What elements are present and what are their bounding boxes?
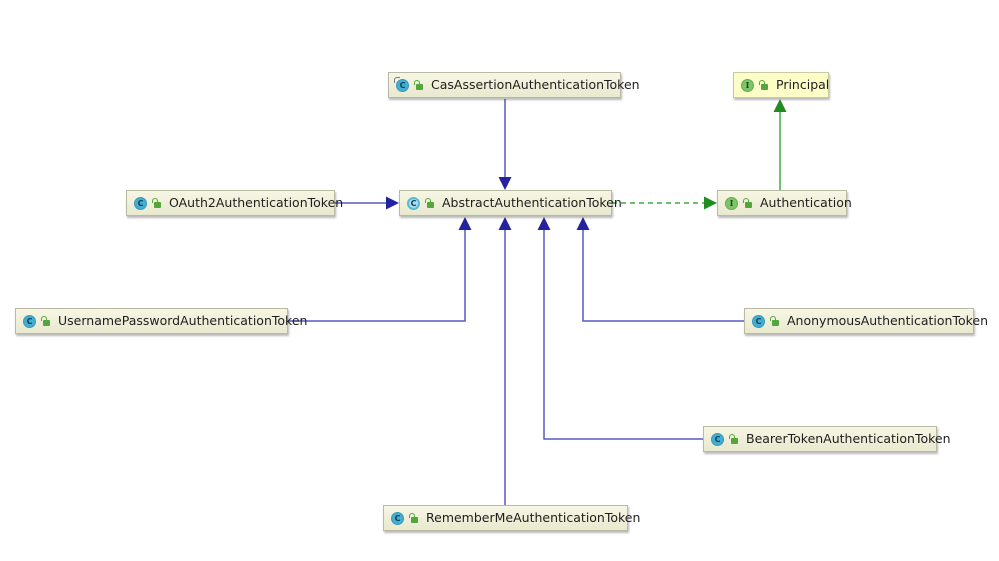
interface-icon: I <box>725 196 738 210</box>
node-label: AnonymousAuthenticationToken <box>787 312 989 328</box>
arrowhead-icon <box>537 217 551 230</box>
class-node-oauth2-authentication-token[interactable]: C OAuth2AuthenticationToken <box>126 190 343 216</box>
public-lock-icon <box>743 198 752 208</box>
edge-line <box>543 230 703 440</box>
class-icon: C <box>394 76 409 92</box>
interface-icon: I <box>741 78 754 92</box>
edge-extends-oauth2-to-abstract <box>335 196 399 210</box>
node-label: Authentication <box>760 194 852 210</box>
class-node-cas-assertion-authentication-token[interactable]: C CasAssertionAuthenticationToken <box>388 72 640 98</box>
interface-node-authentication[interactable]: I Authentication <box>717 190 852 216</box>
class-node-remember-me-authentication-token[interactable]: C RememberMeAuthenticationToken <box>383 505 640 531</box>
public-lock-icon <box>409 513 418 523</box>
node-label: UsernamePasswordAuthenticationToken <box>58 312 308 328</box>
arrowhead-icon <box>458 217 472 230</box>
arrowhead-icon <box>773 99 787 112</box>
edge-extends-anonymous-to-abstract <box>576 217 744 322</box>
public-lock-icon <box>425 198 434 208</box>
arrowhead-icon <box>386 196 399 210</box>
edge-extends-cas-to-abstract <box>498 99 512 190</box>
class-icon: C <box>711 432 724 446</box>
edge-line <box>288 230 466 322</box>
node-label: OAuth2AuthenticationToken <box>169 194 344 210</box>
edge-extends-rememberme-to-abstract <box>498 217 512 505</box>
abstract-class-node-abstract-authentication-token[interactable]: C AbstractAuthenticationToken <box>399 190 622 216</box>
arrowhead-icon <box>704 196 717 210</box>
public-lock-icon <box>759 80 768 90</box>
arrowhead-icon <box>576 217 590 230</box>
public-lock-icon <box>41 316 50 326</box>
class-icon: C <box>391 511 404 525</box>
class-node-anonymous-authentication-token[interactable]: C AnonymousAuthenticationToken <box>744 308 988 334</box>
node-label: BearerTokenAuthenticationToken <box>746 430 951 446</box>
edge-implements-abstract-to-authentication <box>612 196 717 210</box>
node-label: CasAssertionAuthenticationToken <box>431 76 640 92</box>
node-label: RememberMeAuthenticationToken <box>426 509 641 525</box>
node-label: Principal <box>776 76 830 92</box>
public-lock-icon <box>414 80 423 90</box>
arrowhead-icon <box>498 177 512 190</box>
arrowhead-icon <box>498 217 512 230</box>
edge-extends-bearer-to-abstract <box>537 217 703 440</box>
edge-extends-authentication-to-principal <box>773 99 787 190</box>
abstract-class-icon: C <box>407 196 420 210</box>
extends-marker-icon <box>394 76 400 83</box>
edge-extends-username-to-abstract <box>288 217 472 322</box>
public-lock-icon <box>729 434 738 444</box>
edge-line <box>582 230 744 322</box>
class-node-username-password-authentication-token[interactable]: C UsernamePasswordAuthenticationToken <box>15 308 307 334</box>
class-icon: C <box>134 196 147 210</box>
class-icon: C <box>23 314 36 328</box>
public-lock-icon <box>770 316 779 326</box>
class-node-bearer-token-authentication-token[interactable]: C BearerTokenAuthenticationToken <box>703 426 951 452</box>
public-lock-icon <box>152 198 161 208</box>
node-label: AbstractAuthenticationToken <box>442 194 622 210</box>
interface-node-principal[interactable]: I Principal <box>733 72 829 98</box>
class-icon: C <box>752 314 765 328</box>
